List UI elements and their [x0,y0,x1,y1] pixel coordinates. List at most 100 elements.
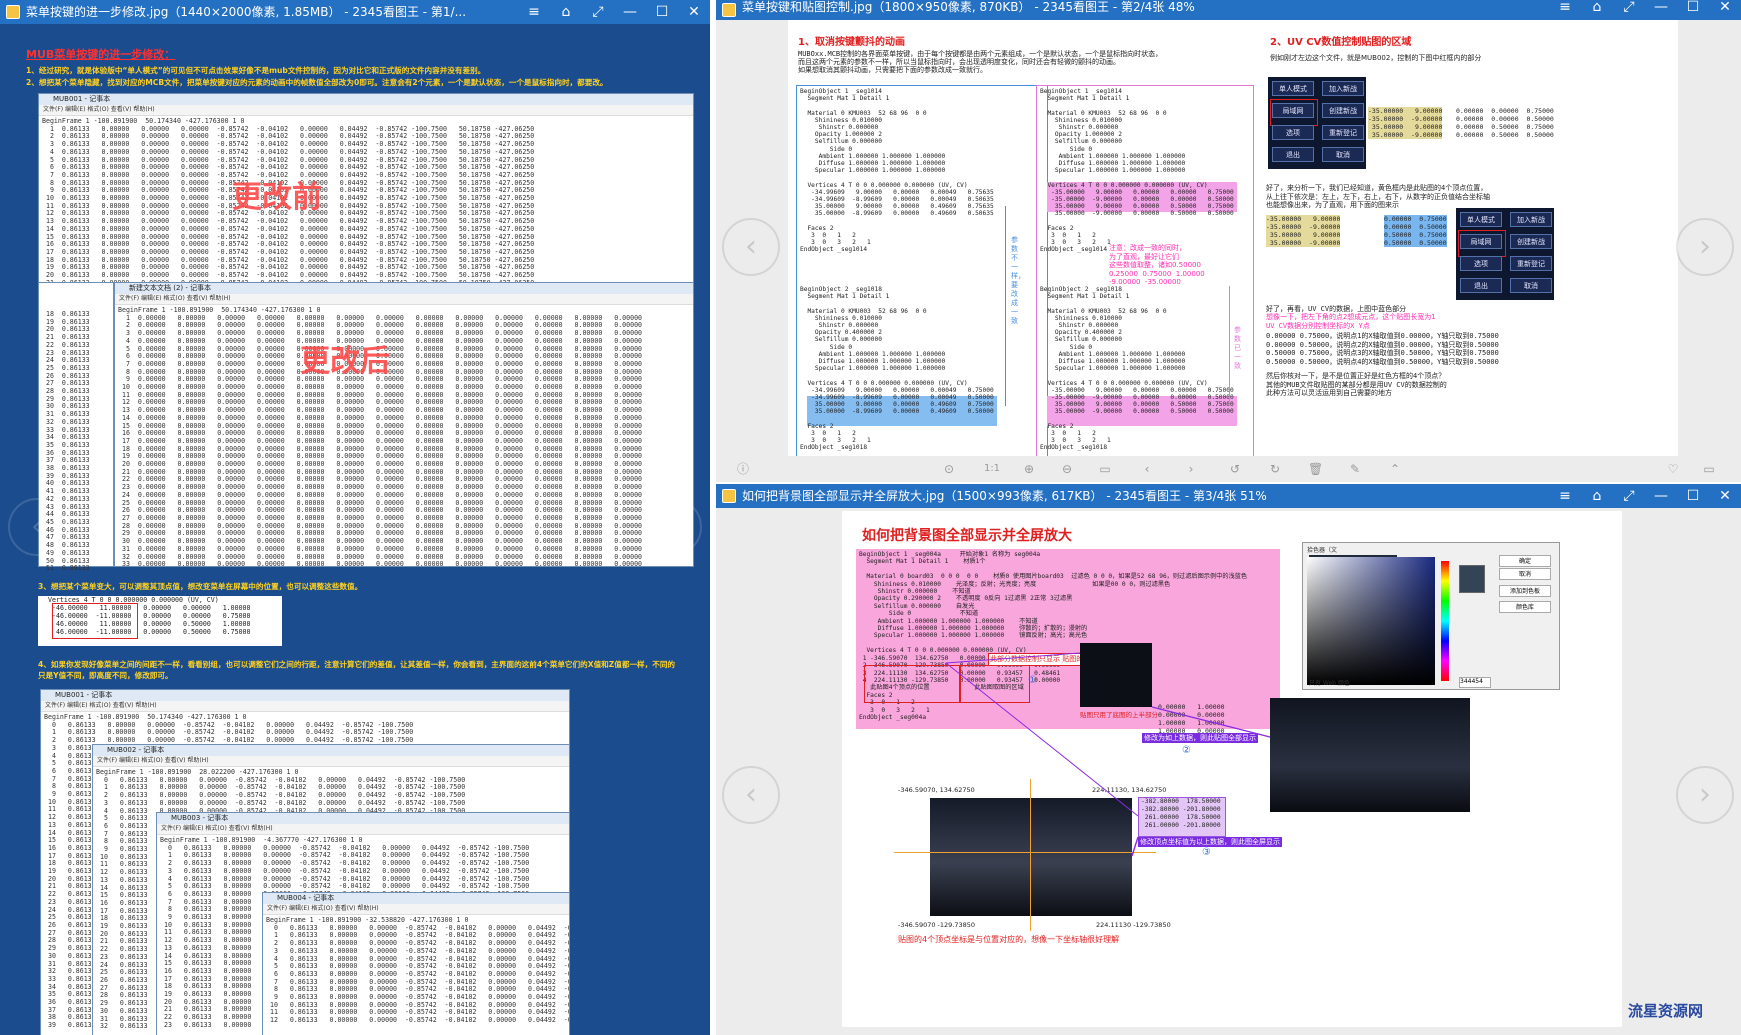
window-titlebar[interactable]: 如何把背景图全部显示并全屏放大.jpg（1500×993像素, 617KB） -… [716,484,1741,508]
skin-icon[interactable]: ⌂ [1581,0,1613,20]
notepad-title: MUB004 - 记事本 [263,893,569,904]
game-screenshot-axes [930,798,1132,916]
circle-1: ① [1028,675,1037,686]
prev-image-button[interactable]: ‹ [722,766,780,824]
game-menu-button: 重新登记 [1510,256,1552,271]
more-icon[interactable]: ⌃ [1388,462,1402,476]
fullscreen-icon[interactable]: ⤢ [1613,0,1645,20]
menu-icon[interactable]: ≡ [1549,484,1581,508]
prev-image-button[interactable]: ‹ [722,218,780,276]
rotate-left-icon[interactable]: ↺ [1228,462,1242,476]
skin-icon[interactable]: ⌂ [1581,484,1613,508]
prev-image-button[interactable]: ‹ [8,498,66,556]
prev-icon[interactable]: ‹ [1140,462,1154,476]
section2-p2: 好了，来分析一下，我们已经知道，黄色框内是此贴图的4个顶点位置， 从上往下依次是… [1266,184,1490,209]
window-title: 菜单按键和贴图控制.jpg（1800×950像素, 870KB） - 2345看… [742,0,1195,14]
color-lib-button[interactable]: 颜色库 [1499,601,1551,613]
doc1-p1: 1、经过研究，就是体验版中“单人模式”的可见但不可点击效果好像不是mub文件控制… [26,66,486,75]
skin-icon[interactable]: ⌂ [550,0,582,24]
y-axis-line [1030,779,1031,931]
section1-title: 1、取消按键颤抖的动画 [798,37,905,48]
close-icon[interactable]: ✕ [1709,0,1741,20]
maximize-icon[interactable]: ☐ [1677,484,1709,508]
game-menu-preview-1: 单人模式 加入新战 局域网 创建新战 选项 重新登记 退出 取消 [1268,77,1366,169]
yellow-vertex-table-2: -35.00000 9.00000 -35.00000 -9.00000 35.… [1266,215,1341,247]
note-change: 注意：改成一致的同时， 为了直观，最好让它们 这些数值取整，诸如0.50000 … [1109,244,1205,286]
game-menu-button: 创建新战 [1322,103,1364,118]
notepad-menu[interactable]: 文件(F) 编辑(E) 格式(O) 查看(V) 帮助(H) [93,756,569,767]
close-icon[interactable]: ✕ [1709,484,1741,508]
window-titlebar[interactable]: 菜单按键的进一步修改.jpg（1440×2000像素, 1.85MB） - 23… [0,0,710,24]
game-menu-button: 加入新战 [1322,81,1364,96]
color-web-checkbox[interactable]: 只有 Web 颜色 [1309,678,1350,687]
info-icon[interactable]: ⓘ [736,462,750,476]
color-hex-field[interactable]: 344454 [1459,677,1491,688]
zoom-ratio[interactable]: 1:1 [980,462,1004,476]
x-axis-line [894,852,1156,853]
code-left-top: BeginObject 1 _seg1014 Segment Mat 1 Det… [800,88,994,254]
next-image-button[interactable]: › [1676,766,1734,824]
hue-strip [1441,561,1449,681]
delete-icon[interactable]: 🗑 [1308,462,1323,476]
notepad-title: MUB002 - 记事本 [93,745,569,756]
color-ok-button[interactable]: 确定 [1499,555,1551,567]
color-add-button[interactable]: 添加到色板 [1499,585,1551,597]
minimize-icon[interactable]: — [1645,0,1677,20]
color-cancel-button[interactable]: 取消 [1499,568,1551,580]
circle-3: ③ [1202,847,1211,858]
maximize-icon[interactable]: ☐ [646,0,678,24]
game-menu-button: 重新登记 [1322,125,1364,140]
gradient-square [1307,557,1435,685]
notepad-menu[interactable]: 文件(F) 编辑(E) 格式(O) 查看(V) 帮助(H) [263,904,569,915]
next-icon[interactable]: › [1184,462,1198,476]
game-menu-preview-2: 单人模式 加入新战 局域网 创建新战 选项 重新登记 退出 取消 [1456,208,1554,300]
menu-icon[interactable]: ≡ [1549,0,1581,20]
close-icon[interactable]: ✕ [678,0,710,24]
doc1-p4: 4、如果你发现好像菜单之间的间距不一样，看看别组，也可以调整它们之间的行距，注意… [38,660,676,680]
coord-br: 224.11130 -129.73850 [1096,921,1171,929]
folder-icon[interactable]: ▭ [1702,462,1716,476]
game-menu-button: 局域网 [1272,103,1314,118]
notepad-menu[interactable]: 文件(F) 编辑(E) 格式(O) 查看(V) 帮助(H) [41,701,569,712]
window-titlebar[interactable]: 菜单按键和贴图控制.jpg（1800×950像素, 870KB） - 2345看… [716,0,1741,20]
zoom-out-icon[interactable]: ⊖ [1060,462,1074,476]
pink-code-block: BeginObject 1 _seg004a 开始对象1 名称为 seg004a… [856,549,1280,729]
next-image-button[interactable]: › [1676,218,1734,276]
uv-table: 0.00000 1.00000 0.00000 0.00000 1.00000 … [1158,703,1225,735]
zoom-in-icon[interactable]: ⊕ [1022,462,1036,476]
minimize-icon[interactable]: — [1645,484,1677,508]
minimize-icon[interactable]: — [614,0,646,24]
game-menu-button: 退出 [1460,278,1502,293]
vertices-highlight [52,603,138,639]
game-menu-button: 加入新战 [1510,212,1552,227]
pin-icon[interactable]: ⊙ [942,462,956,476]
notepad-text: BeginFrame 1 -100.891900 50.174340 -427.… [42,117,535,283]
maximize-icon[interactable]: ☐ [1677,0,1709,20]
image-viewer-window-1: 菜单按键的进一步修改.jpg（1440×2000像素, 1.85MB） - 23… [0,0,710,1035]
fullscreen-icon[interactable]: ⤢ [582,0,614,24]
edit-icon[interactable]: ✎ [1348,462,1362,476]
dark-screenshot-small [1080,643,1152,707]
doc3-title: 如何把背景图全部显示并全屏放大 [862,528,1072,544]
rotate-right-icon[interactable]: ↻ [1268,462,1282,476]
image-viewer-window-2: 菜单按键和贴图控制.jpg（1800×950像素, 870KB） - 2345看… [716,0,1741,482]
game-menu-button: 取消 [1510,278,1552,293]
fit-icon[interactable]: ▭ [1098,462,1112,476]
game-menu-button: 选项 [1272,125,1314,140]
favorite-icon[interactable]: ♡ [1666,462,1680,476]
notepad-menu[interactable]: 文件(F) 编辑(E) 格式(O) 查看(V) 帮助(H) [115,294,693,305]
fullscreen-icon[interactable]: ⤢ [1613,484,1645,508]
game-menu-button: 局域网 [1460,234,1502,249]
verts-frame [864,665,960,703]
pic-caption: 贴图只用了底图的上半部分 [1080,711,1158,719]
app-icon [722,489,736,503]
vertices-box: Vertices 4 T 0 0 0.000000 0.000000 (UV, … [38,596,282,646]
next-image-button[interactable]: › [644,498,702,556]
notepad-menu[interactable]: 文件(F) 编辑(E) 格式(O) 查看(V) 帮助(H) [39,105,693,116]
notepad-menu[interactable]: 文件(F) 编辑(E) 格式(O) 查看(V) 帮助(H) [157,824,569,835]
section1-desc: MUBOxx.MCB控制的各界面菜单按键，由于每个按键都是由两个元素组成，一个是… [798,50,1163,74]
color-panel-title: 拾色器（文 [1307,547,1338,554]
right-arrow-line [1229,286,1230,406]
menu-icon[interactable]: ≡ [518,0,550,24]
full-coords-box: -382.80000 178.50000 -382.80000 -201.800… [1138,797,1226,837]
